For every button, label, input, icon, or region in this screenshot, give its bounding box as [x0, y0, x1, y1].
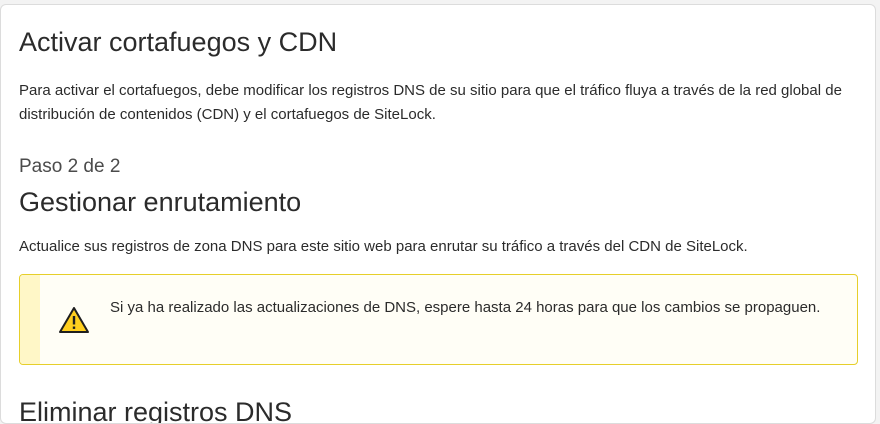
alert-accent-bar [20, 275, 40, 364]
page-title: Activar cortafuegos y CDN [19, 27, 338, 57]
section-title: Gestionar enrutamiento [19, 187, 302, 217]
next-section-title: Eliminar registros DNS [19, 397, 293, 424]
step-indicator: Paso 2 de 2 [19, 156, 121, 177]
firewall-cdn-card: Activar cortafuegos y CDN Para activar e… [0, 4, 876, 424]
intro-text: Para activar el cortafuegos, debe modifi… [19, 82, 842, 123]
warning-alert: Si ya ha realizado las actualizaciones d… [19, 274, 858, 365]
alert-message: Si ya ha realizado las actualizaciones d… [110, 299, 821, 316]
section-description: Actualice sus registros de zona DNS para… [19, 238, 748, 255]
warning-icon [58, 306, 90, 334]
